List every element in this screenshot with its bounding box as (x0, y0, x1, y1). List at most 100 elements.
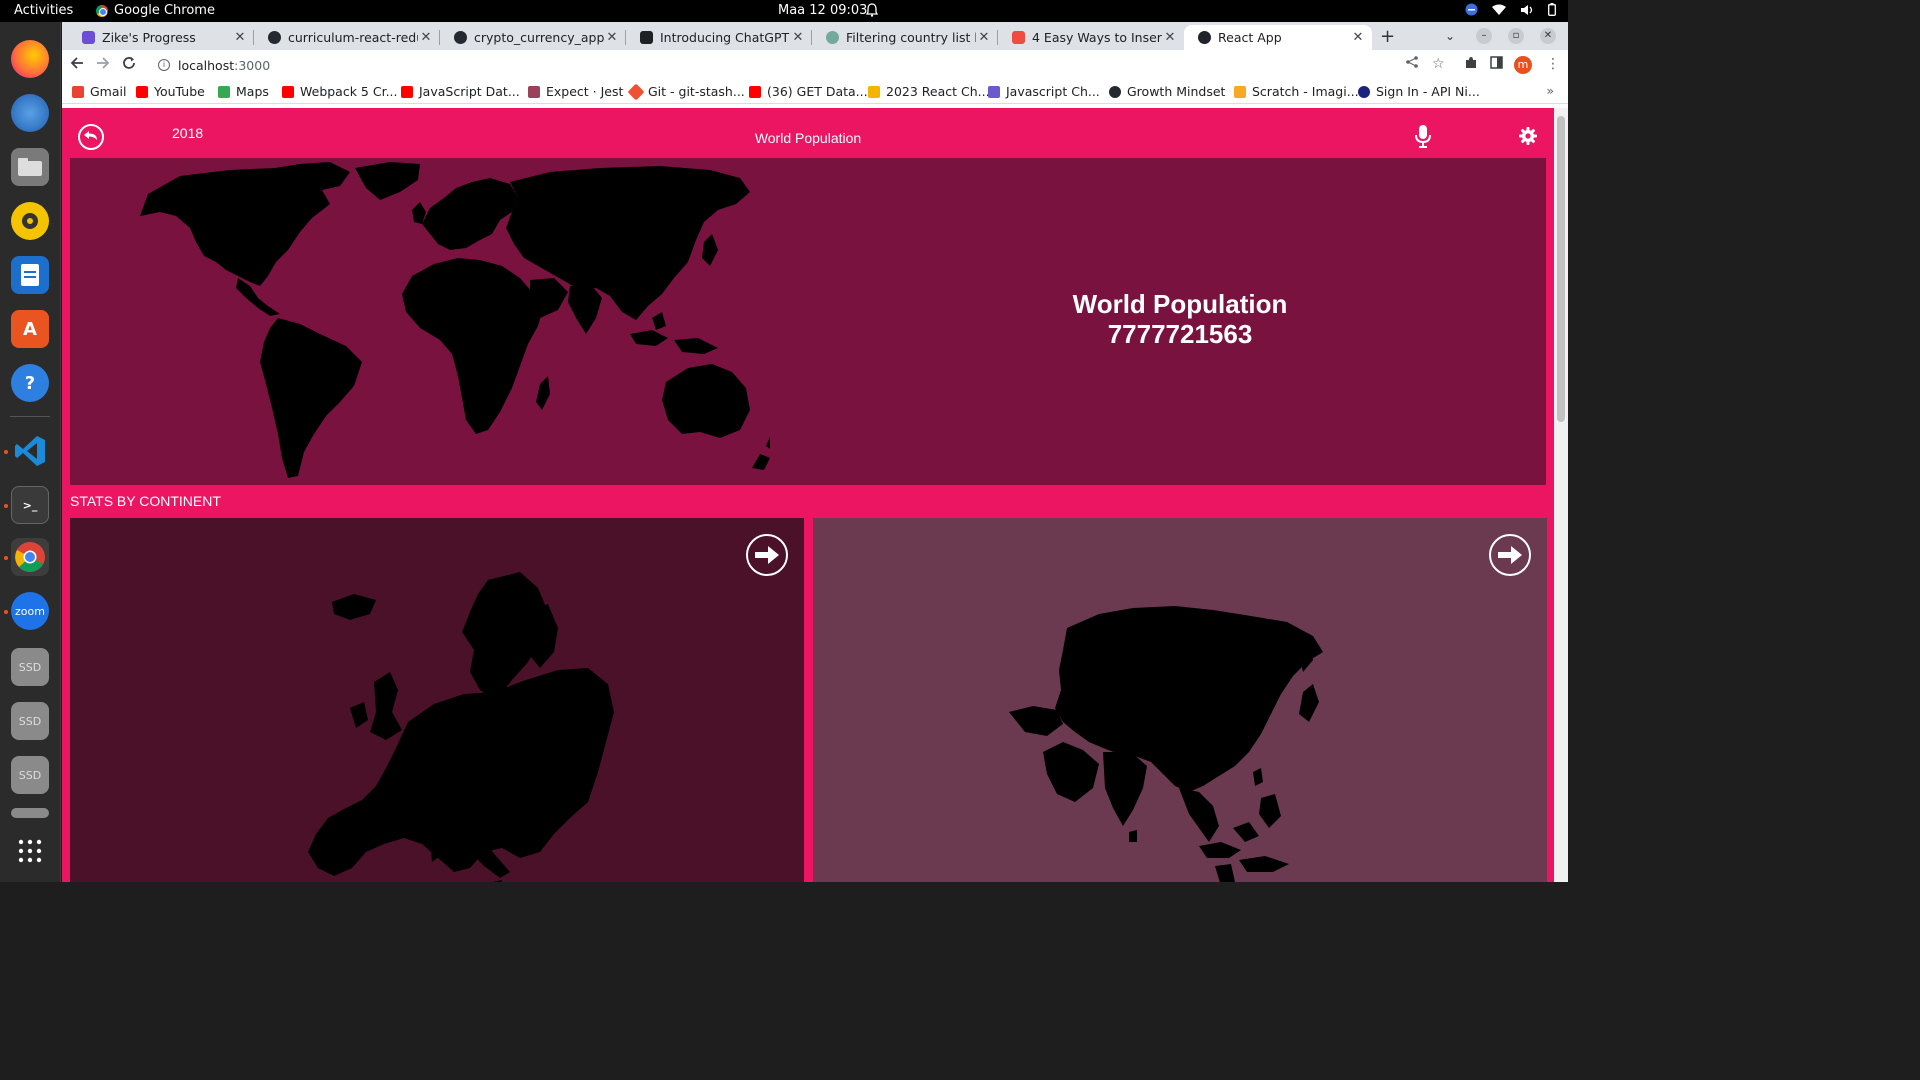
chrome-dock-icon[interactable] (11, 538, 49, 576)
browser-tab[interactable]: Introducing ChatGPT ✕ (626, 25, 812, 50)
tab-close-icon[interactable]: ✕ (418, 30, 434, 45)
browser-tab[interactable]: Zike's Progress ✕ (68, 25, 254, 50)
bookmark-item[interactable]: Sign In - API Ni... (1358, 84, 1480, 99)
drive-ssd-icon[interactable]: SSD (11, 756, 49, 794)
address-bar[interactable]: i localhost:3000 (148, 54, 1388, 76)
continent-card-asia[interactable] (813, 518, 1547, 882)
browser-tab[interactable]: crypto_currency_app/al ✕ (440, 25, 626, 50)
youtube-icon (749, 85, 761, 98)
bookmark-site-icon (988, 85, 1000, 98)
system-tray[interactable] (1465, 3, 1556, 20)
maximize-button[interactable]: ▫ (1508, 28, 1524, 44)
bookmark-item[interactable]: Scratch - Imagi... (1234, 84, 1359, 99)
site-info-icon[interactable]: i (158, 59, 170, 71)
tab-search-icon[interactable]: ⌄ (1442, 28, 1458, 44)
software-center-icon[interactable]: A (11, 310, 49, 348)
bookmark-item[interactable]: YouTube (136, 84, 205, 99)
bookmark-item[interactable]: Maps (218, 84, 269, 99)
tab-title: 4 Easy Ways to Insert Sp (1032, 30, 1162, 45)
react-icon (1198, 31, 1211, 44)
europe-map-icon (308, 572, 614, 882)
bookmarks-bar: Gmail YouTube Maps Webpack 5 Cr... JavaS… (62, 80, 1568, 104)
tab-close-icon[interactable]: ✕ (976, 30, 992, 45)
bookmark-item[interactable]: Growth Mindset (1109, 84, 1225, 99)
drive-ssd-icon[interactable]: SSD (11, 648, 49, 686)
browser-tab[interactable]: 4 Easy Ways to Insert Sp ✕ (998, 25, 1184, 50)
tab-title: React App (1218, 30, 1282, 45)
tab-strip: Zike's Progress ✕ curriculum-react-redux… (62, 22, 1568, 50)
tab-title: Introducing ChatGPT (660, 30, 790, 45)
libreoffice-writer-icon[interactable] (11, 256, 49, 294)
activities-button[interactable]: Activities (14, 3, 73, 18)
dock: A ? >_ zoom SSD SSD SSD (0, 22, 61, 882)
bookmark-star-icon[interactable]: ☆ (1432, 56, 1445, 72)
tab-close-icon[interactable]: ✕ (790, 30, 806, 45)
bookmark-item[interactable]: Javascript Ch... (988, 84, 1100, 99)
continent-card-europe[interactable] (70, 518, 804, 882)
zoom-icon[interactable]: zoom (11, 592, 49, 630)
bookmark-item[interactable]: Gmail (72, 84, 126, 99)
browser-tab[interactable]: Filtering country list by ✕ (812, 25, 998, 50)
hero-title: World Population (1072, 289, 1288, 319)
help-icon[interactable]: ? (11, 364, 49, 402)
reload-icon[interactable] (122, 55, 136, 74)
new-tab-button[interactable]: + (1380, 26, 1395, 47)
page-scrollbar[interactable] (1554, 108, 1568, 882)
terminal-icon[interactable]: >_ (11, 486, 49, 524)
bookmark-item[interactable]: 2023 React Ch... (868, 84, 990, 99)
bookmark-item[interactable]: (36) GET Data... (749, 84, 868, 99)
settings-gear-icon[interactable] (1519, 127, 1537, 149)
open-continent-button[interactable] (1489, 534, 1531, 576)
thunderbird-icon[interactable] (11, 94, 49, 132)
world-map-icon (140, 162, 770, 478)
extensions-icon[interactable] (1464, 56, 1477, 73)
vscode-icon[interactable] (11, 432, 49, 470)
bookmark-item[interactable]: Git - git-stash... (627, 83, 745, 100)
tab-close-icon[interactable]: ✕ (1162, 30, 1178, 45)
youtube-icon (136, 85, 148, 98)
microphone-icon[interactable] (1414, 124, 1432, 152)
back-arrow-icon[interactable] (70, 55, 84, 74)
github-icon (454, 31, 467, 44)
page-viewport: 2018 World Population World Population 7… (62, 108, 1554, 882)
bookmarks-overflow-icon[interactable]: » (1546, 83, 1554, 98)
browser-tab-active[interactable]: React App ✕ (1184, 25, 1372, 50)
tab-close-icon[interactable]: ✕ (604, 30, 620, 45)
firefox-icon[interactable] (11, 40, 49, 78)
gmail-icon (72, 85, 84, 98)
close-window-button[interactable]: ✕ (1540, 28, 1556, 44)
tab-close-icon[interactable]: ✕ (1350, 30, 1366, 45)
side-panel-icon[interactable] (1490, 56, 1503, 73)
open-continent-button[interactable] (746, 534, 788, 576)
asia-map-icon (1009, 606, 1323, 882)
maps-icon (218, 85, 230, 98)
drive-ssd-icon[interactable]: SSD (11, 702, 49, 740)
api-ninjas-icon (1358, 85, 1370, 98)
bookmark-item[interactable]: Expect · Jest (528, 84, 623, 99)
scrollbar-thumb[interactable] (1557, 116, 1565, 422)
drive-icon[interactable] (11, 808, 49, 818)
files-icon[interactable] (11, 148, 49, 186)
bookmark-site-icon (868, 85, 880, 98)
forward-arrow-icon[interactable] (96, 55, 110, 74)
world-population-hero: World Population 7777721563 (70, 158, 1546, 485)
minimize-button[interactable]: – (1476, 28, 1492, 44)
tab-close-icon[interactable]: ✕ (232, 30, 248, 45)
bookmark-item[interactable]: JavaScript Dat... (401, 84, 520, 99)
bookmark-item[interactable]: Webpack 5 Cr... (282, 84, 398, 99)
browser-tab[interactable]: curriculum-react-redux/ ✕ (254, 25, 440, 50)
profile-avatar[interactable]: m (1514, 56, 1532, 74)
show-apps-icon[interactable] (11, 832, 49, 870)
chrome-icon (96, 4, 108, 17)
tab-title: Filtering country list by (846, 30, 976, 45)
arrow-right-icon (755, 546, 779, 564)
rhythmbox-icon[interactable] (11, 202, 49, 240)
notification-bell-icon (865, 3, 879, 21)
browser-window: Zike's Progress ✕ curriculum-react-redux… (62, 22, 1568, 882)
share-icon[interactable] (1406, 56, 1418, 72)
clock[interactable]: Maa 12 09:03 (778, 3, 867, 18)
browser-menu-icon[interactable]: ⋮ (1546, 56, 1560, 72)
section-heading: STATS BY CONTINENT (70, 493, 221, 509)
app-menu[interactable]: Google Chrome (96, 3, 215, 18)
github-icon (268, 31, 281, 44)
